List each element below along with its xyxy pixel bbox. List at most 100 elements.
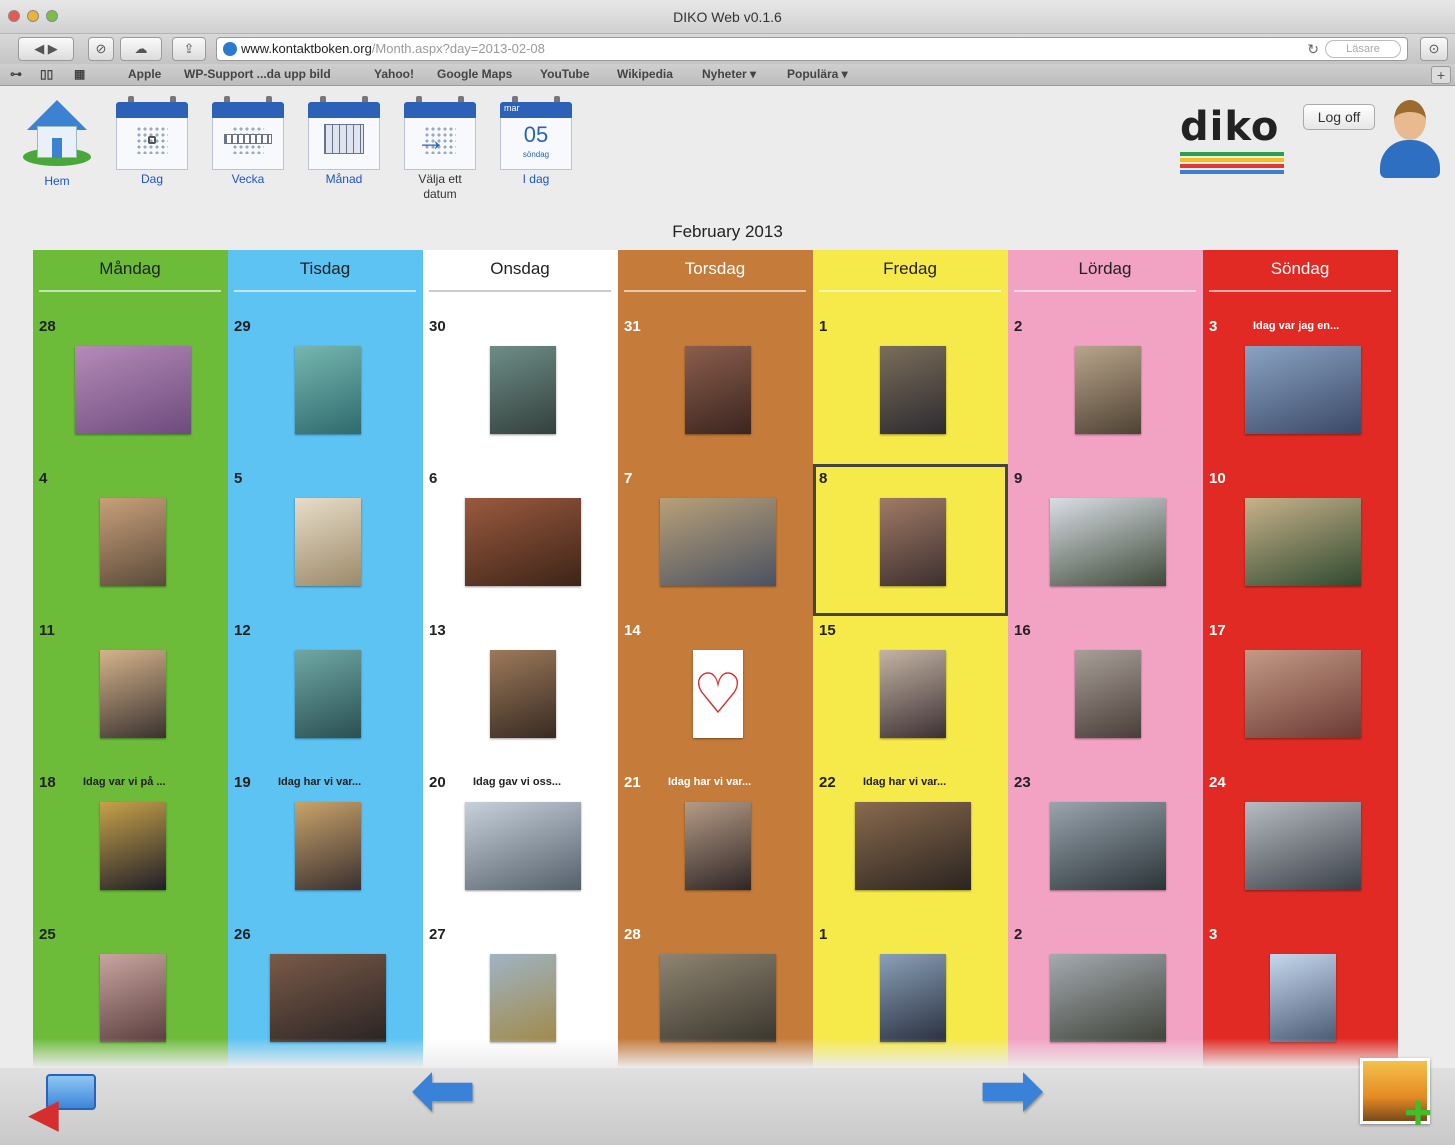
day-cell[interactable]: 13 <box>423 616 618 768</box>
user-avatar-icon[interactable] <box>1380 100 1440 180</box>
day-cell[interactable]: 19 Idag har vi var... <box>228 768 423 920</box>
day-number: 19 <box>234 774 251 791</box>
day-cell[interactable]: 22 Idag har vi var... <box>813 768 1008 920</box>
day-cell[interactable]: 17 <box>1203 616 1398 768</box>
bookmark-item[interactable]: YouTube <box>540 67 590 81</box>
day-cell[interactable]: 24 <box>1203 768 1398 920</box>
logo-stripes <box>1180 152 1286 174</box>
day-photo[interactable] <box>270 954 386 1042</box>
bookmark-item[interactable]: Wikipedia <box>617 67 673 81</box>
icloud-icon[interactable]: ☁ <box>120 37 162 61</box>
week-view-button[interactable]: Vecka <box>208 96 288 186</box>
history-icon[interactable]: ⊘ <box>88 37 114 61</box>
day-photo[interactable] <box>100 498 166 586</box>
pick-date-button[interactable]: → Välja ett datum <box>400 96 480 202</box>
downloads-icon[interactable]: ⊙ <box>1420 37 1448 61</box>
day-photo[interactable] <box>295 346 361 434</box>
day-photo[interactable] <box>1050 498 1166 586</box>
day-photo[interactable] <box>465 498 581 586</box>
day-photo[interactable] <box>685 802 751 890</box>
address-bar[interactable]: www.kontaktboken.org/Month.aspx?day=2013… <box>216 37 1408 61</box>
day-photo[interactable] <box>1245 650 1361 738</box>
day-photo[interactable] <box>880 498 946 586</box>
day-cell[interactable]: 3 Idag var jag en... <box>1203 312 1398 464</box>
day-photo[interactable] <box>660 954 776 1042</box>
day-photo[interactable] <box>295 802 361 890</box>
day-cell[interactable]: 9 <box>1008 464 1203 616</box>
day-cell[interactable]: 21 Idag har vi var... <box>618 768 813 920</box>
day-cell[interactable]: 7 <box>618 464 813 616</box>
today-button[interactable]: mar 05 söndag I dag <box>496 96 576 186</box>
day-photo[interactable] <box>880 650 946 738</box>
day-photo[interactable] <box>295 498 361 586</box>
log-off-button[interactable]: Log off <box>1303 104 1375 130</box>
day-photo[interactable] <box>75 346 191 434</box>
bookmarks-icon[interactable]: ▯▯ <box>40 67 53 81</box>
month-view-button[interactable]: Månad <box>304 96 384 186</box>
day-cell[interactable]: 23 <box>1008 768 1203 920</box>
day-cell[interactable]: 2 <box>1008 312 1203 464</box>
day-photo[interactable] <box>1245 346 1361 434</box>
day-number: 18 <box>39 774 56 791</box>
day-cell[interactable]: 6 <box>423 464 618 616</box>
day-cell[interactable]: 20 Idag gav vi oss... <box>423 768 618 920</box>
day-cell[interactable]: 29 <box>228 312 423 464</box>
reader-button[interactable]: Läsare <box>1325 40 1401 58</box>
bookmark-item[interactable]: WP-Support ...da upp bild <box>184 67 331 81</box>
next-month-button[interactable]: ➡ <box>978 1050 1058 1130</box>
back-forward-buttons[interactable]: ◀ ▶ <box>18 37 74 61</box>
day-cell[interactable]: 18 Idag var vi på ... <box>33 768 228 920</box>
day-photo[interactable] <box>1075 346 1141 434</box>
day-cell[interactable]: 4 <box>33 464 228 616</box>
day-photo[interactable] <box>295 650 361 738</box>
day-cell[interactable]: 31 <box>618 312 813 464</box>
day-photo[interactable] <box>1245 498 1361 586</box>
add-photo-button[interactable]: + <box>1360 1058 1440 1138</box>
day-photo[interactable] <box>100 954 166 1042</box>
day-photo[interactable] <box>1270 954 1336 1042</box>
day-photo[interactable] <box>490 650 556 738</box>
day-photo[interactable] <box>685 346 751 434</box>
bookmark-item[interactable]: Populära ▾ <box>787 67 848 81</box>
day-cell[interactable]: 11 <box>33 616 228 768</box>
day-photo[interactable] <box>880 954 946 1042</box>
day-note: Idag har vi var... <box>278 776 362 788</box>
reload-icon[interactable]: ↻ <box>1307 38 1319 60</box>
day-view-button[interactable]: Dag <box>112 96 192 186</box>
day-cell[interactable]: 12 <box>228 616 423 768</box>
previous-month-button[interactable]: ⬅ <box>410 1050 490 1130</box>
day-photo[interactable] <box>1050 954 1166 1042</box>
add-bookmark-icon[interactable]: + <box>1431 66 1451 84</box>
day-number: 14 <box>624 622 641 639</box>
reading-list-icon[interactable]: ⊶ <box>10 67 22 81</box>
day-cell[interactable]: 30 <box>423 312 618 464</box>
day-cell[interactable]: 1 <box>813 312 1008 464</box>
day-photo[interactable] <box>100 802 166 890</box>
day-photo[interactable] <box>1050 802 1166 890</box>
heart-drawing-photo[interactable]: ♡ <box>693 650 743 738</box>
top-sites-icon[interactable]: ▦ <box>74 67 85 81</box>
day-cell[interactable]: 16 <box>1008 616 1203 768</box>
day-photo[interactable] <box>490 954 556 1042</box>
day-cell[interactable]: 15 <box>813 616 1008 768</box>
bookmark-item[interactable]: Nyheter ▾ <box>702 67 756 81</box>
day-cell[interactable]: 28 <box>33 312 228 464</box>
day-photo[interactable] <box>660 498 776 586</box>
day-cell[interactable]: 8 <box>813 464 1008 616</box>
bookmark-item[interactable]: Google Maps <box>437 67 512 81</box>
day-photo[interactable] <box>465 802 581 890</box>
share-icon[interactable]: ⇪ <box>172 37 206 61</box>
day-photo[interactable] <box>1075 650 1141 738</box>
day-photo[interactable] <box>880 346 946 434</box>
bookmark-item[interactable]: Yahoo! <box>374 67 414 81</box>
day-cell[interactable]: 5 <box>228 464 423 616</box>
home-button[interactable]: Hem <box>17 96 97 188</box>
day-photo[interactable] <box>855 802 971 890</box>
day-cell[interactable]: 10 <box>1203 464 1398 616</box>
day-photo[interactable] <box>490 346 556 434</box>
day-photo[interactable] <box>100 650 166 738</box>
bookmark-item[interactable]: Apple <box>128 67 161 81</box>
day-cell[interactable]: 14 ♡ <box>618 616 813 768</box>
day-photo[interactable] <box>1245 802 1361 890</box>
exit-button[interactable]: ◀ <box>28 1072 100 1134</box>
